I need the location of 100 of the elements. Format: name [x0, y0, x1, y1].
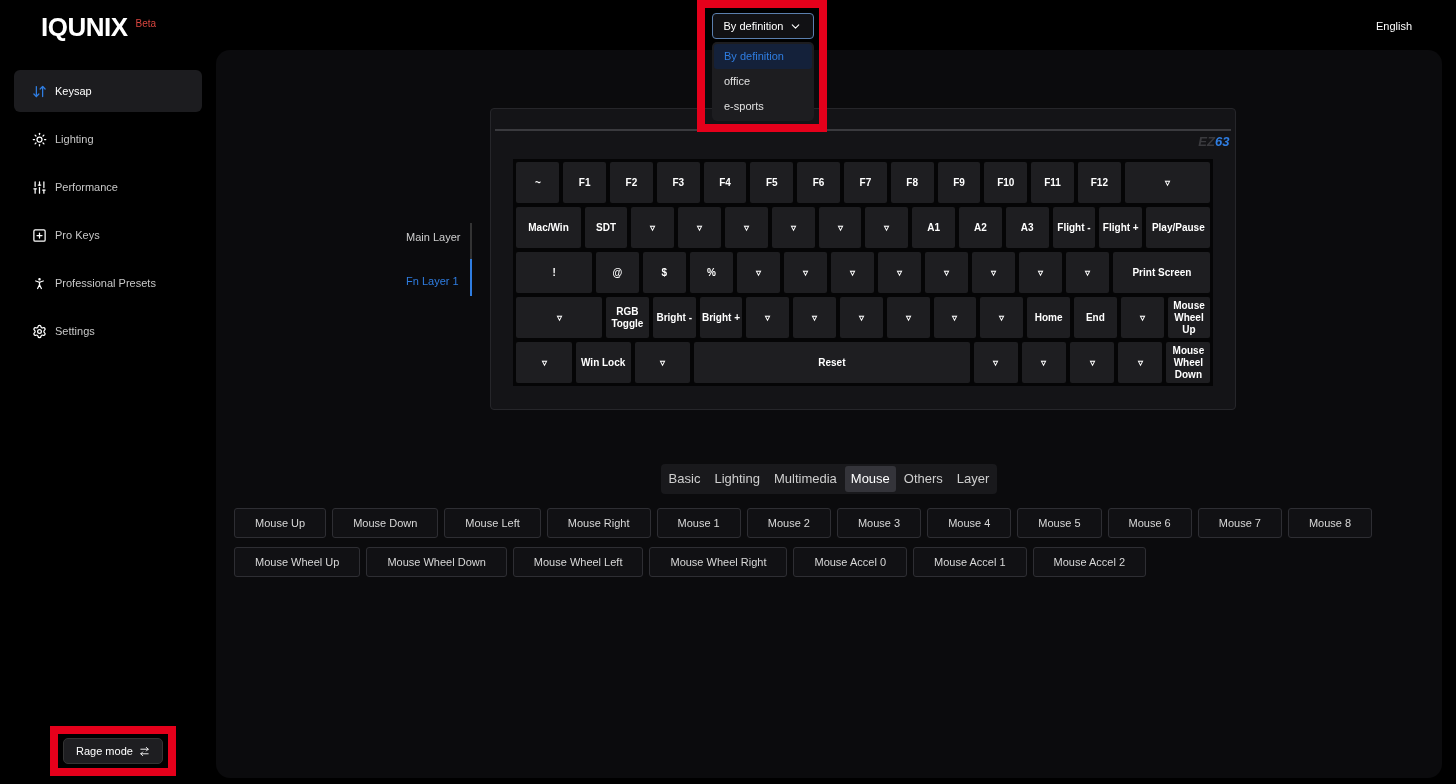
keycap[interactable]: ▿	[678, 207, 721, 248]
keycap[interactable]: A2	[959, 207, 1002, 248]
keycap[interactable]: SDT	[584, 207, 628, 248]
preset-dropdown[interactable]: By definition	[712, 13, 814, 39]
keycap[interactable]: F1	[563, 162, 606, 203]
key-option-button[interactable]: Mouse 7	[1197, 508, 1282, 538]
key-option-button[interactable]: Mouse Accel 2	[1032, 547, 1147, 577]
keycap[interactable]: ▿	[878, 252, 922, 293]
keycap[interactable]: Home	[1027, 297, 1070, 338]
category-tab[interactable]: Others	[897, 466, 949, 492]
category-tab[interactable]: Layer	[950, 466, 996, 492]
key-option-button[interactable]: Mouse Accel 1	[913, 547, 1027, 577]
dropdown-option[interactable]: office	[714, 69, 812, 94]
key-option-button[interactable]: Mouse Wheel Up	[234, 547, 361, 577]
category-tab[interactable]: Basic	[662, 466, 707, 492]
key-option-button[interactable]: Mouse Up	[234, 508, 327, 538]
keycap[interactable]: F6	[797, 162, 840, 203]
sidebar-item[interactable]: Professional Presets	[14, 262, 202, 304]
keycap[interactable]: A3	[1005, 207, 1049, 248]
keycap[interactable]: ▿	[784, 252, 828, 293]
keycap[interactable]: ▿	[865, 207, 909, 248]
keycap[interactable]: ▿	[818, 207, 862, 248]
keycap[interactable]: Mouse Wheel Down	[1166, 342, 1211, 383]
keycap[interactable]: F9	[937, 162, 981, 203]
key-option-button[interactable]: Mouse 3	[836, 508, 922, 538]
keycap[interactable]: F5	[750, 162, 794, 203]
keycap[interactable]: ▿	[771, 207, 815, 248]
keycap[interactable]: Play/Pause	[1146, 207, 1211, 248]
keycap[interactable]: ▿	[925, 252, 969, 293]
keycap[interactable]: Bright -	[652, 297, 696, 338]
category-tab[interactable]: Lighting	[708, 466, 766, 492]
key-option-button[interactable]: Mouse 1	[656, 508, 741, 538]
keycap[interactable]: ▿	[1066, 252, 1110, 293]
keycap[interactable]: ▿	[1120, 297, 1164, 338]
keycap[interactable]: ▿	[1021, 342, 1067, 383]
keycap[interactable]: F4	[703, 162, 747, 203]
keycap[interactable]: ▿	[793, 297, 836, 338]
keycap[interactable]: ▿	[840, 297, 883, 338]
dropdown-option[interactable]: e-sports	[714, 94, 812, 119]
keycap[interactable]: !	[516, 252, 592, 293]
keycap[interactable]: Mac/Win	[516, 207, 581, 248]
key-option-button[interactable]: Mouse 4	[927, 508, 1012, 538]
key-option-button[interactable]: Mouse Down	[332, 508, 439, 538]
keycap[interactable]: F10	[984, 162, 1028, 203]
keycap[interactable]: F8	[890, 162, 934, 203]
layer-tab[interactable]: Main Layer	[406, 228, 461, 245]
keycap[interactable]: ▿	[516, 342, 572, 383]
keycap[interactable]: A1	[912, 207, 955, 248]
key-option-button[interactable]: Mouse Wheel Down	[366, 547, 507, 577]
keycap[interactable]: Mouse Wheel Up	[1167, 297, 1211, 338]
key-option-button[interactable]: Mouse 5	[1017, 508, 1102, 538]
keycap[interactable]: RGB Toggle	[606, 297, 649, 338]
keycap[interactable]: F7	[844, 162, 887, 203]
layer-tab[interactable]: Fn Layer 1	[406, 273, 461, 290]
keycap[interactable]: F11	[1031, 162, 1074, 203]
keycap[interactable]: F12	[1078, 162, 1121, 203]
keycap[interactable]: ~	[516, 162, 560, 203]
key-option-button[interactable]: Mouse Wheel Left	[512, 547, 644, 577]
keycap[interactable]: ▿	[972, 252, 1016, 293]
keycap[interactable]: ▿	[973, 342, 1018, 383]
sidebar-item[interactable]: Keysap	[14, 70, 202, 112]
category-tab[interactable]: Multimedia	[767, 466, 843, 492]
keycap[interactable]: F2	[610, 162, 653, 203]
keycap[interactable]: ▿	[1124, 162, 1211, 203]
rage-mode-button[interactable]: Rage mode	[63, 738, 163, 764]
keycap[interactable]: ▿	[746, 297, 790, 338]
key-option-button[interactable]: Mouse Left	[444, 508, 541, 538]
sidebar-item[interactable]: Settings	[14, 310, 202, 352]
keycap[interactable]: ▿	[1019, 252, 1063, 293]
keycap[interactable]: Bright +	[699, 297, 743, 338]
keycap[interactable]: ▿	[980, 297, 1024, 338]
keycap[interactable]: End	[1074, 297, 1117, 338]
keycap[interactable]: Reset	[693, 342, 970, 383]
sidebar-item[interactable]: Performance	[14, 166, 202, 208]
keycap[interactable]: %	[689, 252, 733, 293]
keycap[interactable]: $	[642, 252, 686, 293]
language-selector[interactable]: English	[1375, 18, 1412, 35]
key-option-button[interactable]: Mouse 6	[1107, 508, 1192, 538]
key-option-button[interactable]: Mouse Wheel Right	[649, 547, 788, 577]
keycap[interactable]: ▿	[631, 207, 675, 248]
key-option-button[interactable]: Mouse 8	[1287, 508, 1373, 538]
keycap[interactable]: ▿	[933, 297, 977, 338]
keycap[interactable]: ▿	[725, 207, 768, 248]
keycap[interactable]: ▿	[736, 252, 781, 293]
keycap[interactable]: Print Screen	[1113, 252, 1211, 293]
keycap[interactable]: ▿	[516, 297, 602, 338]
keycap[interactable]: Win Lock	[575, 342, 631, 383]
keycap[interactable]: ▿	[1070, 342, 1115, 383]
category-tab[interactable]: Mouse	[844, 466, 896, 492]
keycap[interactable]: ▿	[1118, 342, 1163, 383]
keycap[interactable]: ▿	[831, 252, 875, 293]
keycap[interactable]: F3	[656, 162, 700, 203]
sidebar-item[interactable]: Pro Keys	[14, 214, 202, 256]
sidebar-item[interactable]: Lighting	[14, 118, 202, 160]
key-option-button[interactable]: Mouse Accel 0	[793, 547, 907, 577]
keycap[interactable]: ▿	[634, 342, 690, 383]
key-option-button[interactable]: Mouse 2	[746, 508, 831, 538]
keycap[interactable]: @	[595, 252, 639, 293]
dropdown-option[interactable]: By definition	[714, 44, 812, 69]
keycap[interactable]: ▿	[886, 297, 930, 338]
